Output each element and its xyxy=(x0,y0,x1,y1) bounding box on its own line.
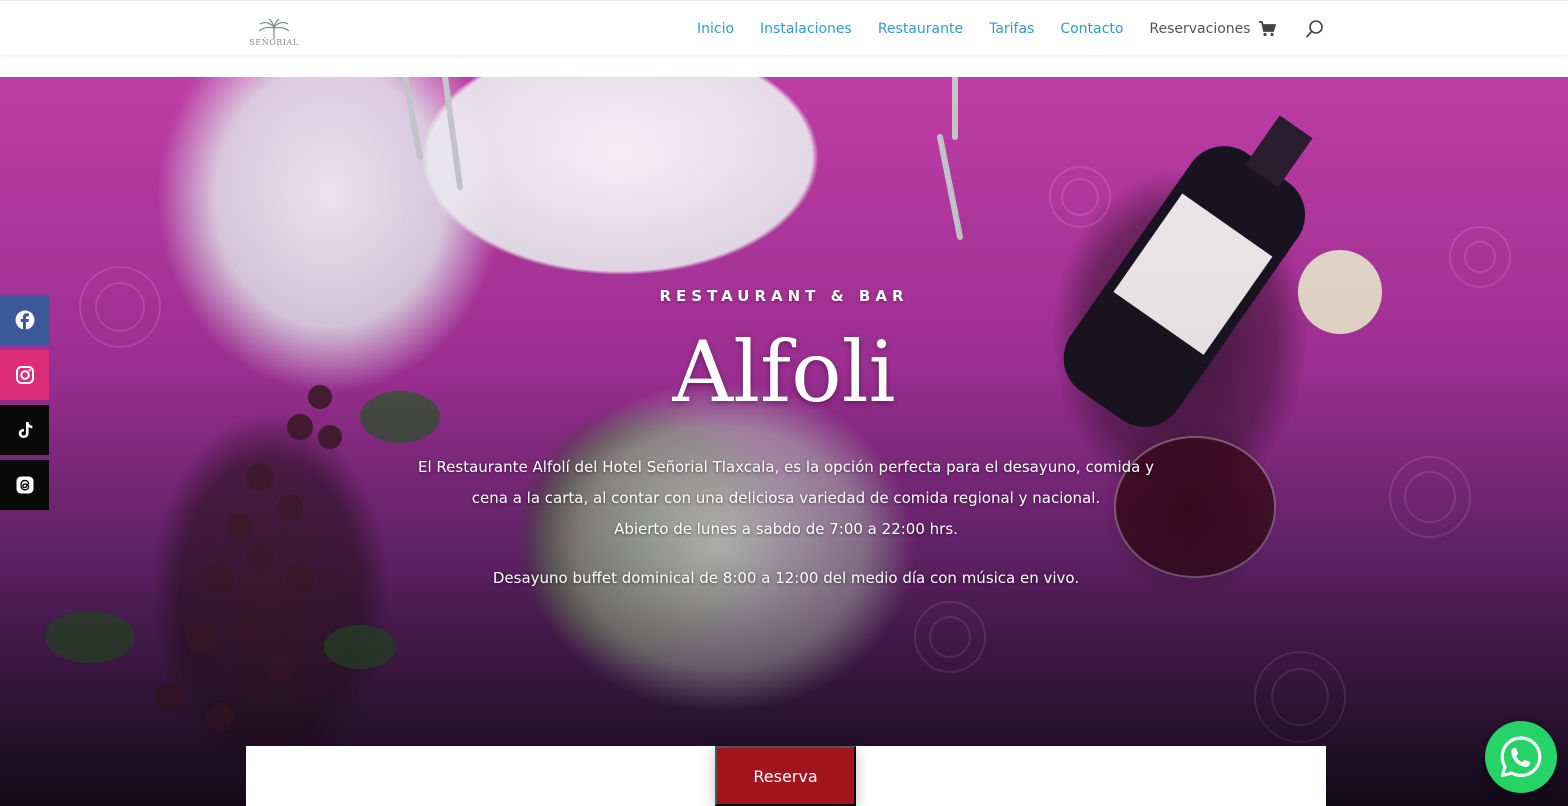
nav-inicio[interactable]: Inicio xyxy=(697,19,734,39)
threads-icon xyxy=(16,476,33,494)
instagram-icon xyxy=(15,366,34,384)
hero-description: El Restaurante Alfolí del Hotel Señorial… xyxy=(404,452,1168,612)
shopping-cart-icon[interactable] xyxy=(1258,20,1277,38)
facebook-icon xyxy=(15,310,34,330)
tiktok-link[interactable] xyxy=(0,405,49,455)
facebook-link[interactable] xyxy=(0,295,49,345)
nav-tarifas[interactable]: Tarifas xyxy=(989,19,1034,39)
hero-section: RESTAURANT & BAR Alfoli El Restaurante A… xyxy=(0,77,1568,806)
hero-kicker: RESTAURANT & BAR xyxy=(659,287,909,305)
instagram-link[interactable] xyxy=(0,350,49,400)
main-nav: Inicio Instalaciones Restaurante Tarifas… xyxy=(697,19,1277,39)
whatsapp-icon xyxy=(1500,736,1542,778)
description-paragraph: El Restaurante Alfolí del Hotel Señorial… xyxy=(417,458,1155,538)
logo-text: SEÑORIAL xyxy=(249,38,299,47)
nav-instalaciones[interactable]: Instalaciones xyxy=(760,19,852,39)
whatsapp-button[interactable] xyxy=(1485,721,1557,793)
hero-title: Alfoli xyxy=(672,323,896,421)
reserva-button[interactable]: Reserva xyxy=(715,746,856,806)
social-sidebar xyxy=(0,295,49,515)
threads-link[interactable] xyxy=(0,460,49,510)
search-icon[interactable] xyxy=(1305,19,1325,39)
palm-logo-icon xyxy=(258,18,290,39)
buffet-paragraph: Desayuno buffet dominical de 8:00 a 12:0… xyxy=(492,569,1080,587)
nav-restaurante[interactable]: Restaurante xyxy=(878,19,963,39)
nav-contacto[interactable]: Contacto xyxy=(1060,19,1123,39)
site-header: SEÑORIAL Inicio Instalaciones Restaurant… xyxy=(0,0,1568,55)
nav-reservaciones[interactable]: Reservaciones xyxy=(1149,19,1250,39)
tiktok-icon xyxy=(18,422,32,438)
site-logo[interactable]: SEÑORIAL xyxy=(248,11,300,47)
